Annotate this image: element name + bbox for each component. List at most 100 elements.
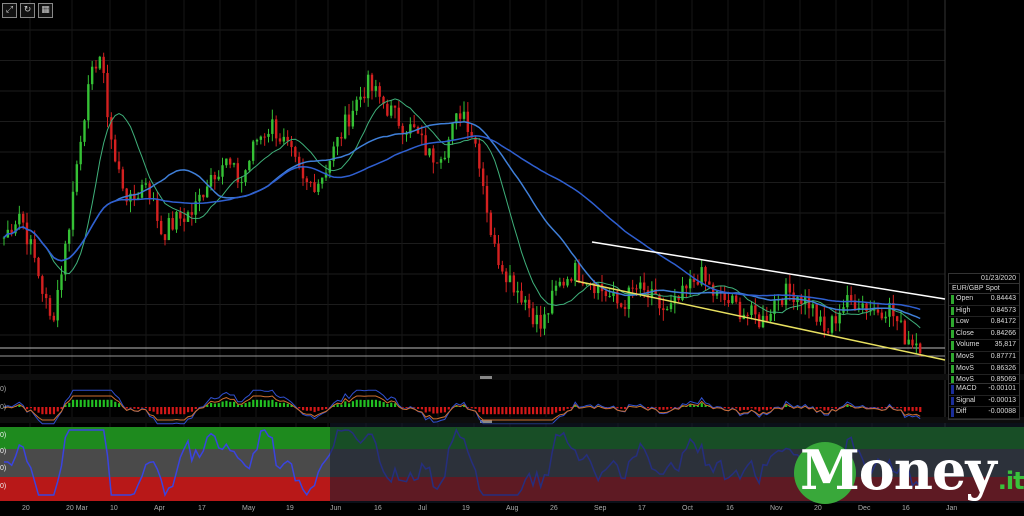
indicator-row: Diff -0.00088 (949, 407, 1019, 419)
candle-body (665, 309, 669, 311)
candle-body (255, 139, 259, 142)
macd-histogram-bar (152, 407, 155, 412)
candle-body (834, 316, 838, 324)
macd-histogram-bar (566, 407, 569, 409)
candle-body (788, 283, 792, 293)
logo-tld: .it (997, 467, 1024, 495)
candle-body (240, 182, 243, 184)
macd-histogram-bar (298, 407, 301, 409)
macd-histogram-bar (436, 407, 439, 414)
macd-histogram-bar (654, 407, 657, 408)
candle-body (635, 288, 638, 290)
info-row: Close 0.84266 (949, 329, 1019, 341)
candle-body (520, 290, 523, 303)
macd-histogram-bar (765, 407, 769, 411)
macd-histogram-bar (95, 399, 98, 407)
candle-body (359, 96, 362, 100)
candle-body (642, 282, 646, 291)
macd-histogram-bar (75, 399, 79, 407)
candle-body (213, 175, 217, 180)
x-tick-label: 16 (726, 505, 734, 512)
macd-histogram-bar (213, 403, 217, 407)
macd-histogram-bar (98, 399, 102, 407)
candle-body (662, 308, 665, 311)
macd-histogram-bar (129, 407, 132, 408)
candle-body (451, 123, 454, 140)
macd-histogram-bar (877, 407, 880, 408)
candle-body (830, 316, 834, 333)
x-tick-label: Sep (594, 505, 607, 512)
info-value: 0.84443 (990, 295, 1016, 302)
candle-body (282, 136, 286, 142)
candle-body (435, 162, 439, 164)
macd-histogram-bar (133, 407, 136, 409)
x-tick-label: 19 (462, 505, 470, 512)
money-it-logo: Money .it (794, 435, 1024, 505)
macd-histogram-bar (420, 407, 424, 410)
macd-histogram-bar (723, 407, 726, 409)
candle-body (669, 303, 673, 310)
macd-histogram-bar (49, 407, 52, 415)
candle-body (501, 265, 504, 272)
macd-histogram-bar (428, 407, 431, 412)
macd-histogram-bar (815, 407, 818, 410)
candle-body (347, 114, 351, 127)
expand-icon[interactable]: ⤢ (2, 3, 17, 18)
candle-body (278, 138, 282, 142)
candle-body (217, 176, 220, 180)
candle-body (903, 320, 907, 345)
macd-histogram-bar (29, 407, 33, 409)
candle-body (179, 211, 182, 219)
candle-body (37, 257, 40, 277)
resistance-trendline (591, 241, 946, 300)
candle-body (531, 308, 535, 325)
candle-body (94, 66, 98, 69)
x-tick-label: 20 (22, 505, 30, 512)
moving-average-line (3, 121, 921, 320)
macd-histogram-bar (144, 407, 148, 409)
candle-body (87, 84, 90, 121)
macd-histogram-bar (386, 403, 389, 407)
candle-body (750, 305, 753, 316)
macd-histogram-bar (394, 403, 397, 407)
candle-body (320, 177, 324, 184)
macd-histogram-bar (233, 401, 236, 407)
macd-histogram-bar (363, 400, 366, 407)
candle-body (462, 111, 466, 119)
candle-body (558, 281, 562, 286)
x-tick-label: 20 (814, 505, 822, 512)
macd-histogram-bar (474, 407, 477, 409)
macd-histogram-bar (367, 399, 370, 407)
refresh-icon[interactable]: ↻ (20, 3, 35, 18)
candle-body (888, 302, 891, 317)
candle-body (915, 343, 918, 346)
macd-histogram-bar (739, 407, 742, 411)
macd-histogram-bar (56, 407, 59, 412)
chart-toolbar: ⤢ ↻ ▦ (0, 0, 55, 26)
macd-histogram-bar (834, 407, 838, 409)
candle-body (527, 299, 531, 309)
candle-body (623, 306, 627, 310)
macd-histogram-bar (164, 407, 167, 415)
macd-histogram-bar (831, 407, 834, 408)
macd-histogram-bar (620, 407, 623, 409)
macd-histogram-bar (662, 407, 665, 410)
panel-resize-handle (480, 376, 492, 379)
x-tick-label: 20 Mar (66, 505, 88, 512)
candle-body (83, 120, 86, 142)
info-value: 0.84266 (990, 329, 1016, 337)
grid-icon[interactable]: ▦ (38, 3, 53, 18)
indicator-row: Signal -0.00013 (949, 396, 1019, 408)
indicator-info-box: MACD -0.00101 Signal -0.00013 Diff -0.00088 (948, 383, 1020, 420)
candle-body (685, 285, 688, 289)
x-tick-label: Jul (418, 505, 427, 512)
macd-histogram-bar (647, 407, 650, 409)
price-info-box: 01/23/2020 EUR/GBP Spot Open 0.84443 High 0… (948, 273, 1020, 388)
macd-histogram-bar (102, 399, 105, 407)
candle-body (815, 304, 818, 322)
candle-body (156, 198, 159, 221)
macd-histogram-bar (41, 407, 44, 415)
macd-axis-tick: 0) (0, 386, 6, 393)
macd-histogram-bar (823, 407, 826, 411)
info-value: 0.84172 (990, 318, 1016, 326)
